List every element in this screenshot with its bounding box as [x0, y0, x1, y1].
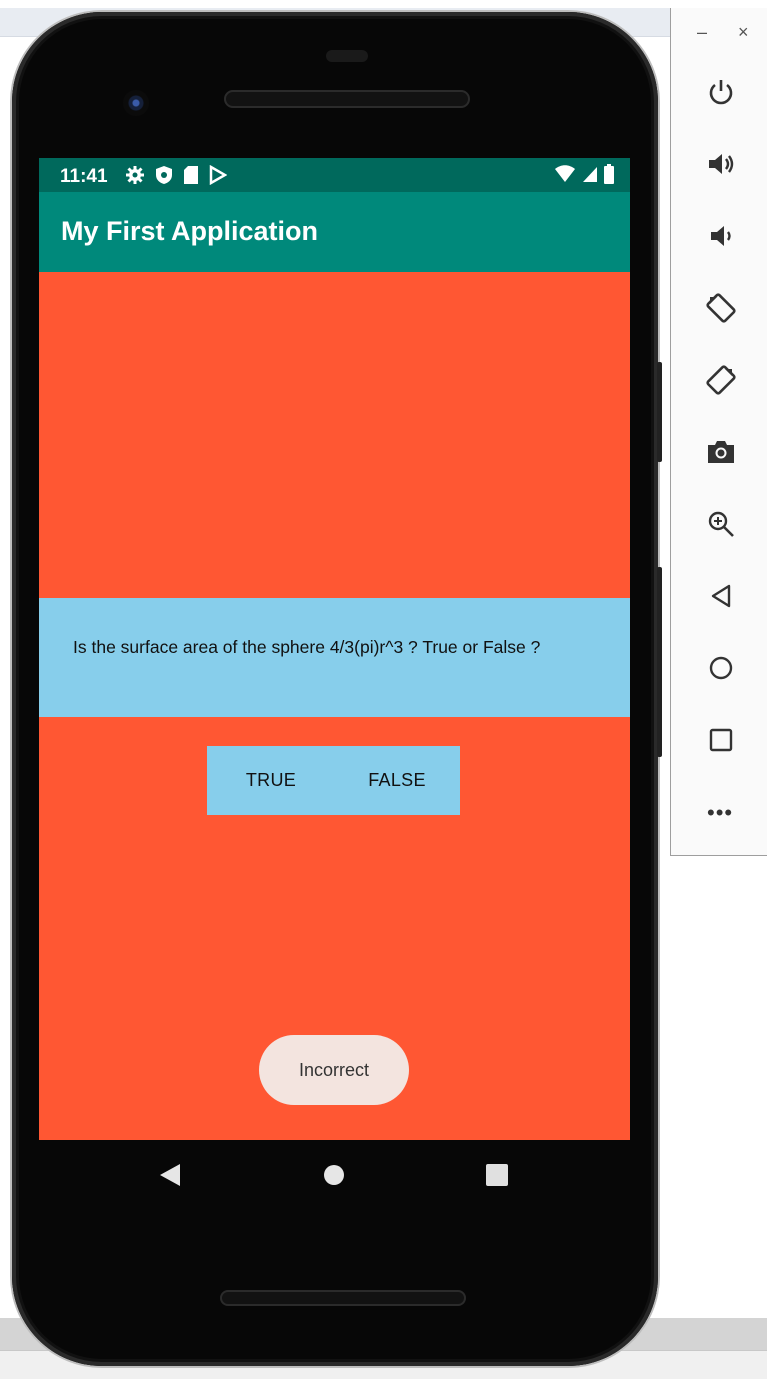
device-screen: 11:41 My First Application Is the surfac…	[39, 158, 630, 1140]
power-side-button	[657, 362, 662, 462]
settings-gear-icon	[126, 166, 144, 184]
false-button[interactable]: FALSE	[345, 746, 449, 815]
signal-icon	[583, 167, 597, 182]
question-text: Is the surface area of the sphere 4/3(pi…	[73, 637, 541, 657]
proximity-sensor	[326, 50, 368, 62]
app-title: My First Application	[61, 216, 319, 246]
volume-down-icon	[711, 226, 731, 246]
rotate-right-icon	[706, 365, 736, 395]
overview-icon	[709, 728, 733, 752]
battery-icon	[604, 164, 614, 184]
close-button[interactable]: ×	[738, 22, 749, 43]
more-options-button[interactable]: •••	[707, 802, 733, 824]
nav-home-button[interactable]	[324, 1165, 344, 1185]
volume-side-button	[657, 567, 662, 757]
home-button[interactable]	[705, 652, 737, 684]
overview-button[interactable]	[705, 724, 737, 756]
back-button[interactable]	[705, 580, 737, 612]
toast-message: Incorrect	[259, 1035, 409, 1105]
front-camera	[123, 90, 149, 116]
bottom-speaker-grille	[220, 1290, 466, 1306]
back-triangle-icon	[160, 1164, 180, 1186]
rotate-left-icon	[706, 293, 736, 323]
volume-up-icon	[709, 154, 734, 174]
question-box: Is the surface area of the sphere 4/3(pi…	[39, 598, 630, 717]
volume-down-button[interactable]	[705, 220, 737, 252]
rotate-right-button[interactable]	[705, 364, 737, 396]
play-store-icon	[209, 165, 227, 185]
emulator-toolbar: – × •••	[670, 8, 767, 856]
back-icon	[711, 584, 731, 608]
minimize-button[interactable]: –	[697, 22, 707, 43]
top-speaker-grille	[224, 90, 470, 108]
power-icon	[709, 80, 733, 105]
power-button[interactable]	[705, 76, 737, 108]
status-bar: 11:41	[39, 158, 630, 192]
status-system-icons	[554, 164, 614, 184]
answer-buttons: TRUE FALSE	[207, 746, 460, 815]
status-notification-icons	[125, 165, 227, 185]
camera-icon	[708, 441, 734, 463]
screenshot-button[interactable]	[705, 436, 737, 468]
shield-icon	[156, 166, 172, 184]
nav-recents-button[interactable]	[486, 1164, 508, 1186]
sd-card-icon	[184, 166, 198, 184]
volume-up-button[interactable]	[705, 148, 737, 180]
zoom-button[interactable]	[705, 508, 737, 540]
app-toolbar: My First Application	[39, 192, 630, 272]
home-icon	[709, 656, 733, 680]
wifi-icon	[555, 165, 575, 182]
rotate-left-button[interactable]	[705, 292, 737, 324]
zoom-icon	[708, 511, 734, 537]
status-time: 11:41	[60, 166, 108, 187]
true-button[interactable]: TRUE	[219, 746, 323, 815]
nav-back-button[interactable]	[158, 1162, 182, 1193]
